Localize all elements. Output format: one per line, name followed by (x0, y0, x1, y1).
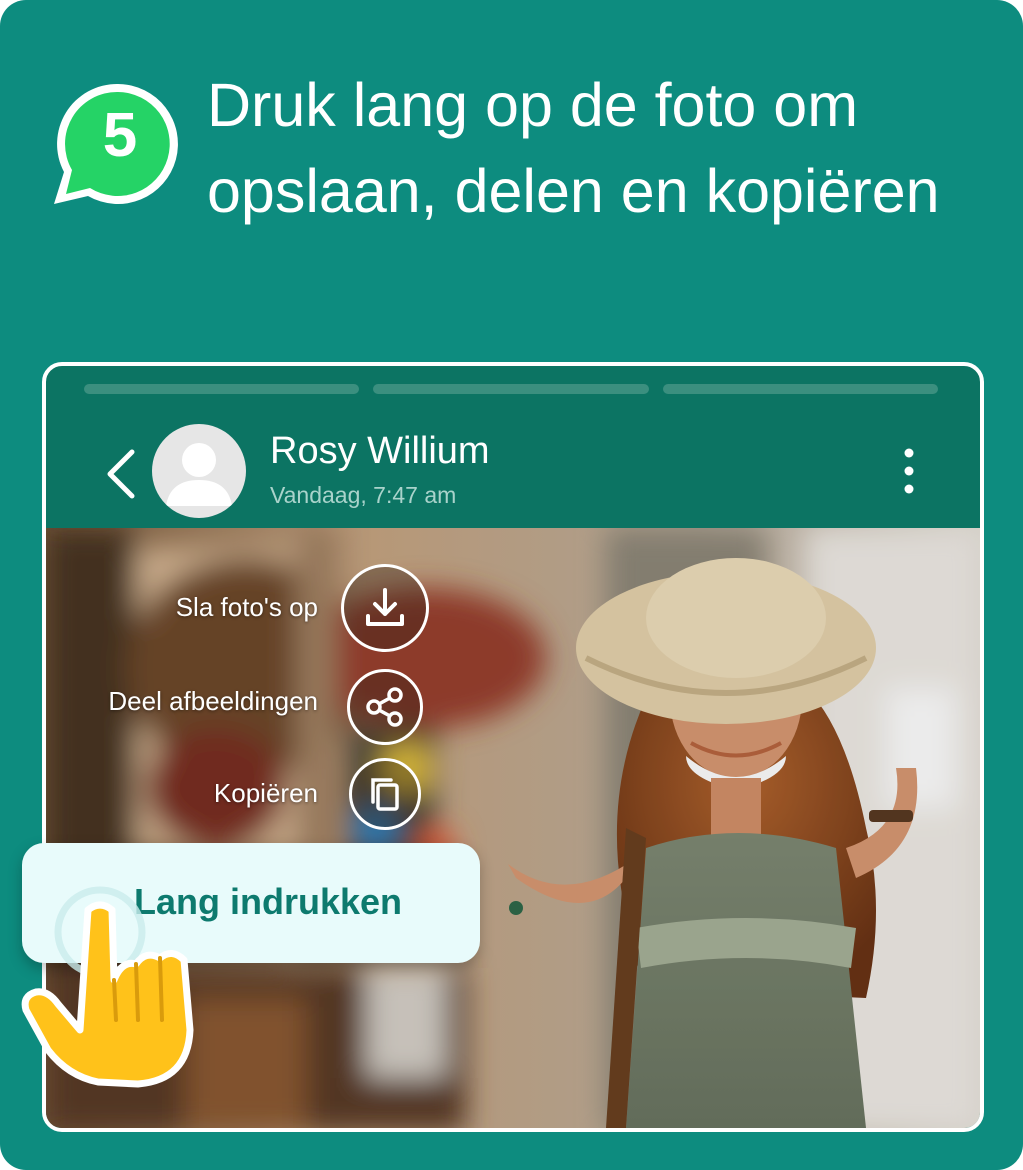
contact-name[interactable]: Rosy Willium (270, 430, 490, 473)
title-line-2: opslaan, delen en kopiëren (207, 157, 940, 225)
share-images-label[interactable]: Deel afbeeldingen (108, 686, 318, 717)
avatar[interactable] (152, 424, 246, 518)
instruction-title: Druk lang op de foto om opslaan, delen e… (207, 62, 1007, 234)
status-progress (84, 384, 938, 394)
tutorial-card: 5 Druk lang op de foto om opslaan, delen… (0, 0, 1023, 1170)
copy-icon (371, 778, 399, 811)
back-arrow-icon[interactable] (104, 448, 138, 500)
more-vert-icon[interactable] (902, 446, 916, 496)
progress-segment (662, 384, 938, 394)
share-images-button[interactable] (347, 669, 423, 745)
status-header: Rosy Willium Vandaag, 7:47 am (46, 402, 980, 528)
status-timestamp: Vandaag, 7:47 am (270, 482, 457, 508)
share-icon (366, 687, 403, 727)
save-photo-button[interactable] (341, 564, 429, 652)
download-icon (366, 588, 404, 626)
avatar-icon (166, 443, 232, 506)
copy-button[interactable] (349, 758, 421, 830)
copy-label[interactable]: Kopiëren (214, 778, 318, 809)
title-line-1: Druk lang op de foto om (207, 71, 859, 139)
step-number: 5 (102, 101, 138, 170)
save-photo-label[interactable]: Sla foto's op (176, 592, 318, 623)
progress-segment (373, 384, 649, 394)
pointing-hand-icon (21, 886, 194, 1088)
progress-segment (84, 384, 360, 394)
